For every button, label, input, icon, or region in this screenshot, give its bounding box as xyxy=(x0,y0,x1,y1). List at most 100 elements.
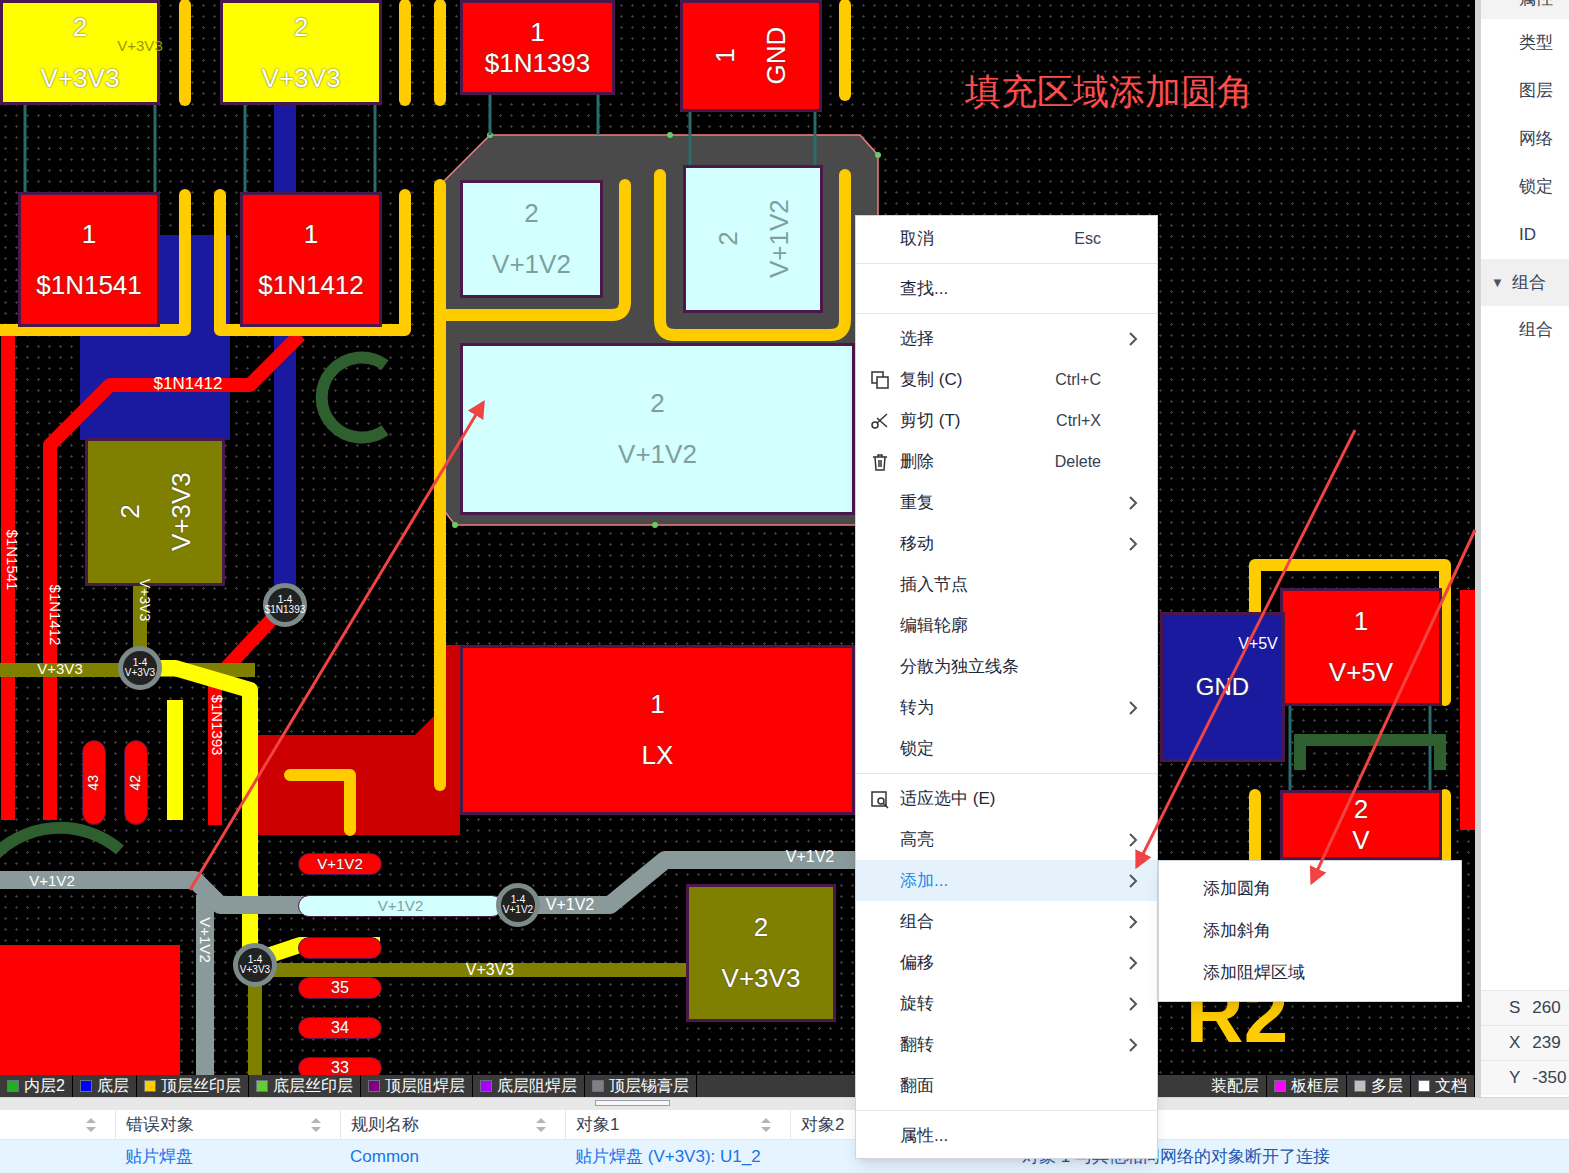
menu-item[interactable]: 分散为独立线条 xyxy=(856,646,1157,687)
pad[interactable]: 2V xyxy=(1280,790,1442,860)
menu-label: 移动 xyxy=(900,531,934,557)
layer-item[interactable]: 底层丝印层 xyxy=(249,1075,361,1097)
pad-text: 2 xyxy=(115,505,144,519)
coord-row: X239 xyxy=(1481,1025,1569,1060)
menu-item[interactable]: 适应选中 (E) xyxy=(856,778,1157,819)
via[interactable]: 1-4V+3V3 xyxy=(233,943,277,987)
coord-value[interactable]: 260 xyxy=(1532,995,1560,1021)
table-row[interactable]: 贴片焊盘Common贴片焊盘 (V+3V3): U1_2对象 1 与其他相同网络… xyxy=(0,1140,1569,1173)
pad[interactable]: 1GND xyxy=(680,0,822,112)
pad[interactable]: 2V+3V3 xyxy=(0,0,160,105)
menu-item[interactable]: 添加... xyxy=(856,860,1157,901)
menu-item[interactable]: 锁定 xyxy=(856,728,1157,769)
via[interactable]: 1-4$1N1393 xyxy=(263,583,307,627)
pad-text: 2 xyxy=(650,389,664,418)
layer-item[interactable]: 多层 xyxy=(1347,1075,1411,1097)
pad[interactable]: GND xyxy=(1160,612,1285,762)
layer-item[interactable]: 板框层 xyxy=(1267,1075,1347,1097)
menu-label: 高亮 xyxy=(900,827,934,853)
submenu-item[interactable]: 添加圆角 xyxy=(1159,868,1461,910)
layer-item[interactable]: 顶层锡膏层 xyxy=(585,1075,697,1097)
property-row[interactable]: 图层 xyxy=(1481,67,1569,115)
menu-label: 添加圆角 xyxy=(1203,876,1271,902)
property-label: 锁定 xyxy=(1519,174,1553,200)
coord-value[interactable]: 239 xyxy=(1532,1030,1560,1056)
menu-item[interactable]: 复制 (C)Ctrl+C xyxy=(856,359,1157,400)
menu-item[interactable]: 偏移 xyxy=(856,942,1157,983)
menu-item[interactable]: 选择 xyxy=(856,318,1157,359)
column-header[interactable]: 对象1 xyxy=(565,1110,790,1139)
pad[interactable]: 2V+3V3 xyxy=(85,438,225,586)
layer-item[interactable]: 文档 xyxy=(1411,1075,1475,1097)
expand-toggle[interactable]: ▼ xyxy=(1491,273,1504,293)
pad[interactable]: 1LX xyxy=(460,645,855,815)
menu-item[interactable]: 高亮 xyxy=(856,819,1157,860)
drc-table: 错误对象规则名称对象1对象2贴片焊盘Common贴片焊盘 (V+3V3): U1… xyxy=(0,1110,1569,1173)
menu-label: 锁定 xyxy=(900,736,934,762)
submenu-arrow-slot xyxy=(1123,912,1143,932)
pad[interactable]: 2 V+1V2 xyxy=(460,343,855,515)
column-header[interactable]: 错误对象 xyxy=(115,1110,340,1139)
via[interactable]: 1-4V+3V3 xyxy=(118,646,162,690)
layer-item[interactable]: 内层2 xyxy=(0,1075,73,1097)
pad[interactable]: 2V+3V3 xyxy=(220,0,382,105)
pad[interactable]: 2V+1V2 xyxy=(683,165,823,313)
pad-text: V+1V2 xyxy=(618,440,697,469)
pad[interactable]: 33 xyxy=(298,1057,382,1075)
via[interactable]: 1-4V+1V2 xyxy=(496,883,540,927)
property-row[interactable]: 组合 xyxy=(1481,306,1569,354)
menu-item[interactable]: 旋转 xyxy=(856,983,1157,1024)
resize-handle-row[interactable] xyxy=(0,1097,1569,1110)
pad[interactable]: 1$1N1412 xyxy=(240,192,382,327)
coord-value[interactable]: -350 xyxy=(1532,1065,1566,1091)
layer-item[interactable]: 顶层丝印层 xyxy=(137,1075,249,1097)
column-header[interactable]: 规则名称 xyxy=(340,1110,565,1139)
menu-item[interactable]: 取消Esc xyxy=(856,218,1157,259)
pad-text: 33 xyxy=(331,1059,349,1075)
menu-item[interactable]: 删除Delete xyxy=(856,441,1157,482)
pad[interactable]: 2V+1V2 xyxy=(460,180,603,298)
menu-item[interactable]: 编辑轮廓 xyxy=(856,605,1157,646)
menu-item[interactable]: 组合 xyxy=(856,901,1157,942)
pad[interactable]: V+1V2 xyxy=(298,853,382,875)
menu-item[interactable]: 重复 xyxy=(856,482,1157,523)
menu-separator xyxy=(856,313,1157,314)
menu-item[interactable]: 翻面 xyxy=(856,1065,1157,1106)
property-row[interactable]: ID xyxy=(1481,211,1569,259)
property-row[interactable]: 网络 xyxy=(1481,115,1569,163)
pad[interactable]: 2V+3V3 xyxy=(686,884,836,1022)
pad[interactable]: V+1V2 xyxy=(298,895,503,917)
pad[interactable]: 42 xyxy=(124,740,148,825)
pad[interactable]: 1$1N1393 xyxy=(460,0,615,95)
menu-item[interactable]: 转为 xyxy=(856,687,1157,728)
pad[interactable] xyxy=(298,937,382,959)
property-row[interactable]: 类型 xyxy=(1481,19,1569,67)
menu-item[interactable]: 查找... xyxy=(856,268,1157,309)
submenu-arrow-slot xyxy=(1123,493,1143,513)
net-label: V+1V2 xyxy=(29,873,74,888)
pad[interactable]: 1$1N1541 xyxy=(18,192,160,327)
menu-separator xyxy=(856,773,1157,774)
menu-item[interactable]: 剪切 (T)Ctrl+X xyxy=(856,400,1157,441)
pad[interactable]: 34 xyxy=(298,1017,382,1039)
layer-item[interactable]: 底层阻焊层 xyxy=(473,1075,585,1097)
submenu-arrow-slot xyxy=(1123,575,1143,595)
pad[interactable]: 1V+5V xyxy=(1280,588,1442,706)
property-row[interactable]: 锁定 xyxy=(1481,163,1569,211)
pad[interactable]: 43 xyxy=(82,740,106,825)
layer-item[interactable]: 顶层阻焊层 xyxy=(361,1075,473,1097)
resize-handle[interactable] xyxy=(595,1100,670,1106)
submenu-item[interactable]: 添加阻焊区域 xyxy=(1159,952,1461,994)
menu-item[interactable]: 插入节点 xyxy=(856,564,1157,605)
pad[interactable]: 35 xyxy=(298,977,382,999)
menu-item[interactable]: 移动 xyxy=(856,523,1157,564)
menu-item[interactable]: 翻转 xyxy=(856,1024,1157,1065)
submenu-item[interactable]: 添加斜角 xyxy=(1159,910,1461,952)
layer-item[interactable]: 底层 xyxy=(73,1075,137,1097)
menu-item[interactable]: 属性... xyxy=(856,1115,1157,1156)
layer-item[interactable]: 装配层 xyxy=(1204,1075,1267,1097)
group-header[interactable]: ▼组合 xyxy=(1481,259,1569,306)
chevron-right-icon xyxy=(1123,912,1143,932)
net-label: $1N1412 xyxy=(48,585,63,646)
pad-text: 2 xyxy=(1354,795,1368,824)
